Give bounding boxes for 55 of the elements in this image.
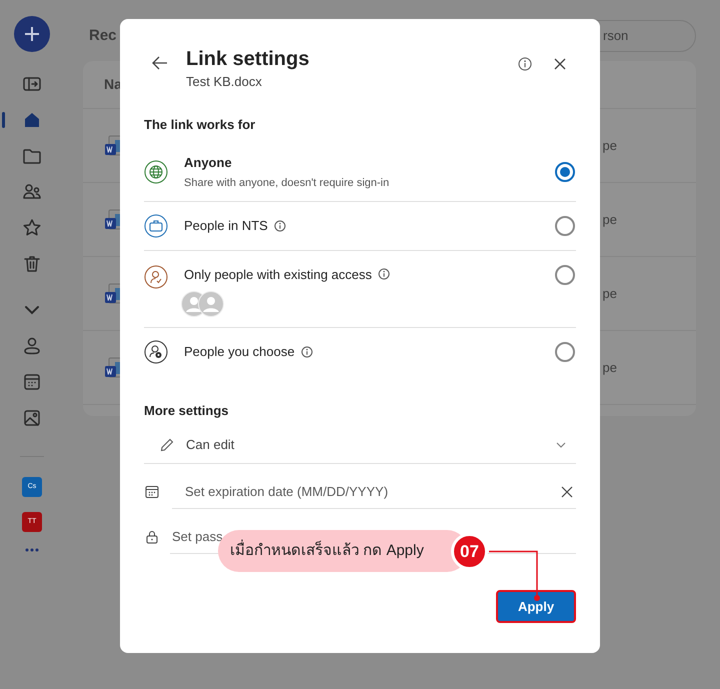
close-icon bbox=[561, 486, 573, 498]
section-heading: Rec bbox=[88, 26, 117, 46]
option-label: People you choose bbox=[184, 343, 295, 362]
chevron-down-icon bbox=[556, 442, 566, 448]
permission-dropdown[interactable]: Can edit bbox=[144, 426, 576, 464]
option-label: People in NTS bbox=[184, 216, 268, 235]
radio-button[interactable] bbox=[555, 342, 575, 362]
dialog-title: Link settings bbox=[186, 47, 310, 72]
trash-icon bbox=[22, 254, 42, 274]
radio-button[interactable] bbox=[555, 216, 575, 236]
table-cell-text: pe bbox=[602, 358, 617, 377]
selection-indicator bbox=[2, 112, 5, 128]
new-button[interactable] bbox=[14, 16, 50, 52]
briefcase-icon bbox=[144, 214, 168, 238]
option-row[interactable]: People in NTS bbox=[144, 202, 576, 250]
person-icon bbox=[22, 336, 42, 356]
people-icon bbox=[22, 182, 42, 202]
back-arrow-icon bbox=[152, 56, 168, 70]
info-icon bbox=[518, 57, 532, 71]
option-description: Share with anyone, doesn't require sign-in bbox=[184, 176, 390, 190]
lock-icon bbox=[146, 530, 158, 544]
close-icon bbox=[554, 58, 566, 70]
home-icon bbox=[22, 110, 42, 130]
back-button[interactable] bbox=[152, 56, 168, 70]
info-icon[interactable] bbox=[378, 268, 390, 280]
star-icon bbox=[22, 218, 42, 238]
person-gear-icon bbox=[144, 340, 168, 364]
apply-button[interactable]: Apply bbox=[496, 590, 576, 623]
option-row[interactable]: People you choose bbox=[144, 328, 576, 376]
option-row[interactable]: Only people with existing access bbox=[144, 250, 576, 328]
file-name: Test KB.docx bbox=[186, 73, 263, 91]
person-check-icon bbox=[144, 264, 168, 288]
expiration-date-field[interactable]: Set expiration date (MM/DD/YYYY) bbox=[172, 475, 576, 509]
plus-icon bbox=[24, 26, 40, 42]
info-button[interactable] bbox=[518, 57, 532, 71]
table-cell-text: pe bbox=[602, 284, 617, 303]
pencil-icon bbox=[160, 438, 174, 452]
info-icon[interactable] bbox=[274, 220, 286, 232]
more-icon[interactable] bbox=[24, 547, 40, 553]
option-label: Anyone bbox=[184, 154, 232, 172]
leader-line bbox=[489, 549, 541, 602]
image-icon bbox=[22, 408, 42, 428]
table-cell-text: pe bbox=[602, 210, 617, 229]
close-button[interactable] bbox=[554, 58, 566, 70]
calendar-icon bbox=[145, 485, 159, 499]
calendar-icon bbox=[22, 372, 42, 392]
globe-icon bbox=[144, 160, 168, 184]
option-label: Only people with existing access bbox=[184, 266, 372, 284]
section-label: More settings bbox=[144, 402, 229, 420]
radio-button[interactable] bbox=[555, 264, 575, 284]
info-icon[interactable] bbox=[300, 346, 313, 358]
radio-button[interactable] bbox=[555, 162, 575, 182]
section-label: The link works for bbox=[144, 116, 256, 134]
table-cell-text: pe bbox=[602, 136, 617, 155]
option-row[interactable]: Anyone Share with anyone, doesn't require sign-in bbox=[144, 144, 576, 202]
